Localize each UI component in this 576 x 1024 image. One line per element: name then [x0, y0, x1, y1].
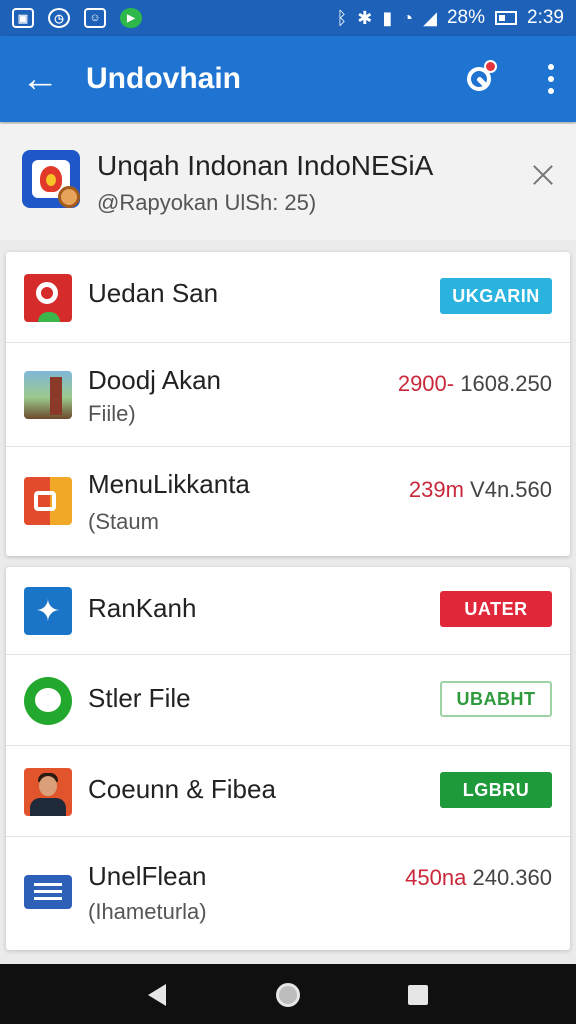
- orange-app-icon: [24, 477, 72, 525]
- header-title: Unqah Indonan IndoNESiA: [97, 150, 434, 181]
- list-item[interactable]: Coeunn & Fibea LGBRU: [6, 746, 570, 837]
- status-badge[interactable]: UKGARIN: [440, 278, 552, 314]
- battery-icon: [495, 11, 518, 25]
- price-label: 239m V4n.560: [408, 477, 552, 502]
- list-item-subtitle: (Staum: [88, 509, 159, 534]
- search-button[interactable]: [458, 58, 500, 100]
- list-item[interactable]: Stler File UBABHT: [6, 655, 570, 746]
- vibrate-icon: ✱: [357, 7, 373, 28]
- twitter-icon: ✦: [24, 587, 72, 635]
- list-item-title: Coeunn & Fibea: [88, 774, 276, 804]
- nfc-icon: ▮: [382, 7, 393, 28]
- clock-time: 2:39: [527, 7, 564, 28]
- status-bar: ▣ ◷ ☺ ▶ ᛒ ✱ ▮ ◔ ◢ 28% 2:39: [0, 0, 576, 36]
- battery-percent: 28%: [446, 7, 486, 28]
- list-card-1: Uedan San UKGARIN Doodj Akan Fiile) 2900…: [6, 252, 570, 556]
- list-item-title: Uedan San: [88, 278, 219, 308]
- document-icon: [24, 875, 72, 909]
- list-item-title: MenuLikkanta: [88, 469, 250, 499]
- signal-icon: ◢: [423, 7, 437, 28]
- list-item-title: UnelFlean: [88, 861, 207, 891]
- list-item-title: RanKanh: [88, 593, 197, 623]
- price-label: 2900- 1608.250: [397, 371, 552, 396]
- close-icon[interactable]: [528, 160, 558, 190]
- red-app-icon: [24, 274, 72, 322]
- list-item-title: Stler File: [88, 683, 191, 713]
- list-card-2: ✦ RanKanh UATER Stler File UBABHT Coeunn…: [6, 567, 570, 950]
- status-badge[interactable]: UBABHT: [440, 681, 552, 717]
- more-vert-icon[interactable]: [546, 64, 556, 94]
- list-item[interactable]: MenuLikkanta (Staum 239m V4n.560: [6, 447, 570, 556]
- list-item[interactable]: ✦ RanKanh UATER: [6, 567, 570, 655]
- nav-back-icon[interactable]: [148, 984, 166, 1006]
- system-nav-bar: [0, 964, 576, 1024]
- person-avatar-icon: [24, 768, 72, 816]
- app-title: Undovhain: [86, 62, 241, 95]
- nav-home-icon[interactable]: [276, 983, 300, 1007]
- header-subtitle: @Rapyokan UlSh: 25): [97, 190, 317, 215]
- wifi-icon: ◔: [402, 7, 414, 28]
- photo-icon: ☺: [84, 8, 106, 28]
- app-logo-icon: [22, 150, 80, 208]
- list-item[interactable]: Doodj Akan Fiile) 2900- 1608.250: [6, 343, 570, 447]
- bluetooth-icon: ᛒ: [336, 7, 348, 28]
- list-item-subtitle: (Ihameturla): [88, 899, 207, 924]
- chat-icon: [24, 677, 72, 725]
- app-bar: ← Undovhain: [0, 36, 576, 122]
- list-item-title: Doodj Akan: [88, 365, 221, 395]
- gallery-icon: ▣: [12, 8, 34, 28]
- list-item-subtitle: Fiile): [88, 401, 136, 426]
- price-label: 450na 240.360: [405, 865, 552, 890]
- photo-thumbnail-icon: [24, 371, 72, 419]
- list-item[interactable]: Uedan San UKGARIN: [6, 252, 570, 343]
- list-item[interactable]: UnelFlean (Ihameturla) 450na 240.360: [6, 837, 570, 950]
- status-badge[interactable]: LGBRU: [440, 772, 552, 808]
- status-badge[interactable]: UATER: [440, 591, 552, 627]
- nav-recents-icon[interactable]: [408, 985, 428, 1005]
- play-icon: ▶: [120, 8, 142, 28]
- notification-badge: [484, 60, 497, 73]
- clock-icon: ◷: [48, 8, 70, 28]
- header-card: [0, 124, 576, 240]
- back-arrow-icon[interactable]: ←: [0, 36, 80, 122]
